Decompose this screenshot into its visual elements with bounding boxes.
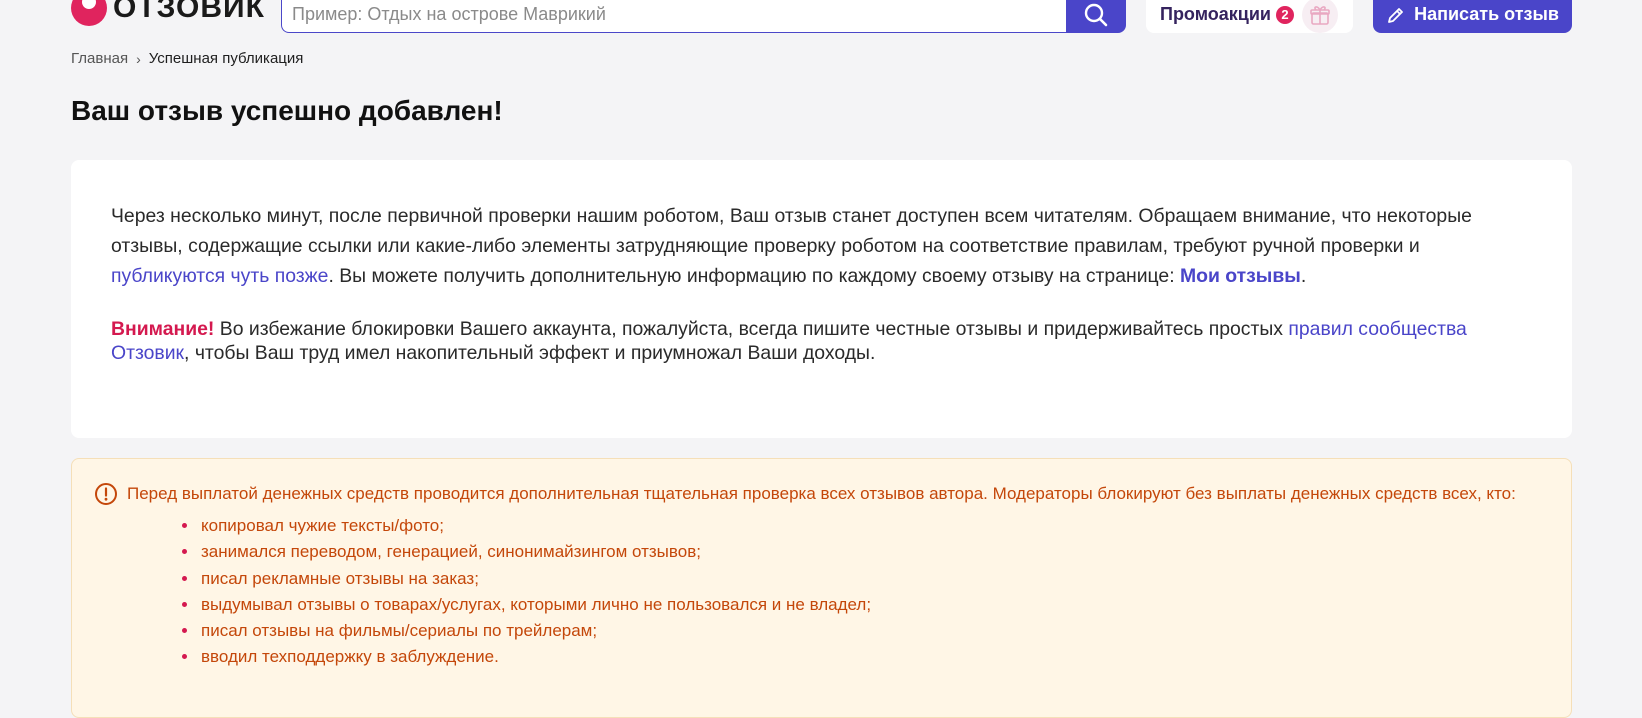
notice-text-2: . Вы можете получить дополнительную инфо… [328, 265, 1180, 287]
search-bar [281, 0, 1126, 33]
breadcrumb-separator: › [136, 50, 141, 67]
attention-text-1: Во избежание блокировки Вашего аккаунта,… [214, 318, 1289, 340]
warning-text: Перед выплатой денежных средств проводит… [127, 484, 1516, 503]
attention-label: Внимание! [111, 318, 215, 340]
breadcrumb: Главная › Успешная публикация [71, 50, 303, 67]
attention-paragraph: Внимание! Во избежание блокировки Вашего… [111, 317, 1532, 365]
write-review-button[interactable]: Написать отзыв [1373, 0, 1572, 33]
breadcrumb-home-link[interactable]: Главная [71, 50, 128, 67]
list-item: писал отзывы на фильмы/сериалы по трейле… [199, 618, 1531, 644]
warning-header: Перед выплатой денежных средств проводит… [94, 481, 1531, 507]
list-item: копировал чужие тексты/фото; [199, 513, 1531, 539]
site-header: ОТЗОВИК Промоакции 2 Написать отзыв [0, 0, 1642, 36]
promo-count-badge: 2 [1275, 5, 1294, 24]
notice-paragraph: Через несколько минут, после первичной п… [111, 201, 1532, 291]
promo-button[interactable]: Промоакции 2 [1146, 0, 1353, 33]
warning-list: копировал чужие тексты/фото; занимался п… [94, 513, 1531, 671]
my-reviews-link[interactable]: Мои отзывы [1180, 265, 1301, 287]
list-item: писал рекламные отзывы на заказ; [199, 566, 1531, 592]
site-logo[interactable]: ОТЗОВИК [71, 0, 265, 30]
search-icon [1084, 3, 1108, 26]
breadcrumb-current: Успешная публикация [148, 50, 304, 67]
list-item: вводил техподдержку в заблуждение. [199, 644, 1531, 670]
search-button[interactable] [1066, 0, 1126, 33]
logo-mark-icon [71, 0, 107, 26]
write-review-label: Написать отзыв [1414, 4, 1559, 24]
gift-icon [1301, 0, 1338, 33]
logo-text: ОТЗОВИК [113, 0, 265, 24]
list-item: занимался переводом, генерацией, синоним… [199, 539, 1531, 565]
attention-text-2: , чтобы Ваш труд имел накопительный эффе… [184, 342, 876, 364]
promo-label: Промоакции [1160, 4, 1271, 24]
search-input[interactable] [281, 0, 1066, 33]
list-item: выдумывал отзывы о товарах/услугах, кото… [199, 592, 1531, 618]
notice-text-1: Через несколько минут, после первичной п… [111, 205, 1472, 257]
payout-warning-box: Перед выплатой денежных средств проводит… [71, 458, 1572, 718]
notice-text-end: . [1300, 265, 1307, 287]
published-later-link[interactable]: публикуются чуть позже [111, 265, 328, 287]
success-notice-card: Через несколько минут, после первичной п… [71, 160, 1572, 438]
exclamation-circle-icon [95, 483, 117, 505]
page-title: Ваш отзыв успешно добавлен! [71, 95, 503, 126]
pencil-icon [1388, 7, 1403, 23]
